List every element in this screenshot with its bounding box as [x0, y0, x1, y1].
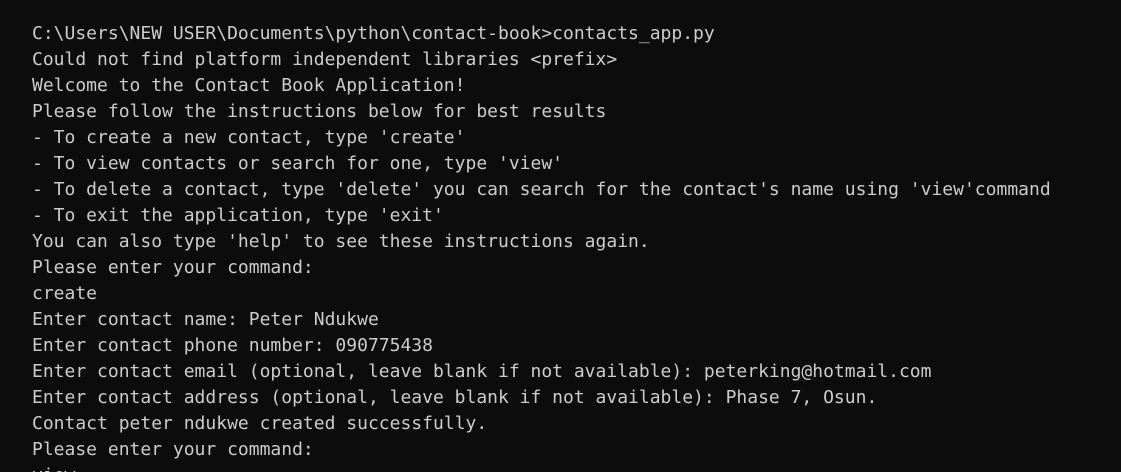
terminal-line-contact-address: Enter contact address (optional, leave b…	[32, 387, 878, 408]
terminal-line-command-request: Please enter your command:	[32, 439, 314, 460]
terminal-line-contact-email: Enter contact email (optional, leave bla…	[32, 361, 932, 382]
terminal-line-success: Contact peter ndukwe created successfull…	[32, 413, 488, 434]
terminal-line-user-input: create	[32, 283, 98, 304]
terminal-line-command-request: Please enter your command:	[32, 257, 314, 278]
terminal-line-instruction-create: - To create a new contact, type 'create'	[32, 127, 466, 148]
terminal-output: C:\Users\NEW USER\Documents\python\conta…	[32, 21, 1121, 472]
terminal-line-command-prompt: C:\Users\NEW USER\Documents\python\conta…	[32, 23, 715, 44]
terminal-line-instruction-view: - To view contacts or search for one, ty…	[32, 153, 564, 174]
terminal-line-instruction-exit: - To exit the application, type 'exit'	[32, 205, 444, 226]
terminal-line-instruction-help: You can also type 'help' to see these in…	[32, 231, 650, 252]
terminal-line-instructions-intro: Please follow the instructions below for…	[32, 101, 607, 122]
terminal-line-contact-phone: Enter contact phone number: 090775438	[32, 335, 433, 356]
terminal-window[interactable]: C:\Users\NEW USER\Documents\python\conta…	[0, 0, 1121, 472]
terminal-line-contact-name: Enter contact name: Peter Ndukwe	[32, 309, 379, 330]
terminal-line-user-input[interactable]: view	[32, 463, 1121, 472]
terminal-line-welcome: Welcome to the Contact Book Application!	[32, 75, 466, 96]
terminal-line-instruction-delete: - To delete a contact, type 'delete' you…	[32, 179, 1051, 200]
terminal-line-warning: Could not find platform independent libr…	[32, 49, 618, 70]
